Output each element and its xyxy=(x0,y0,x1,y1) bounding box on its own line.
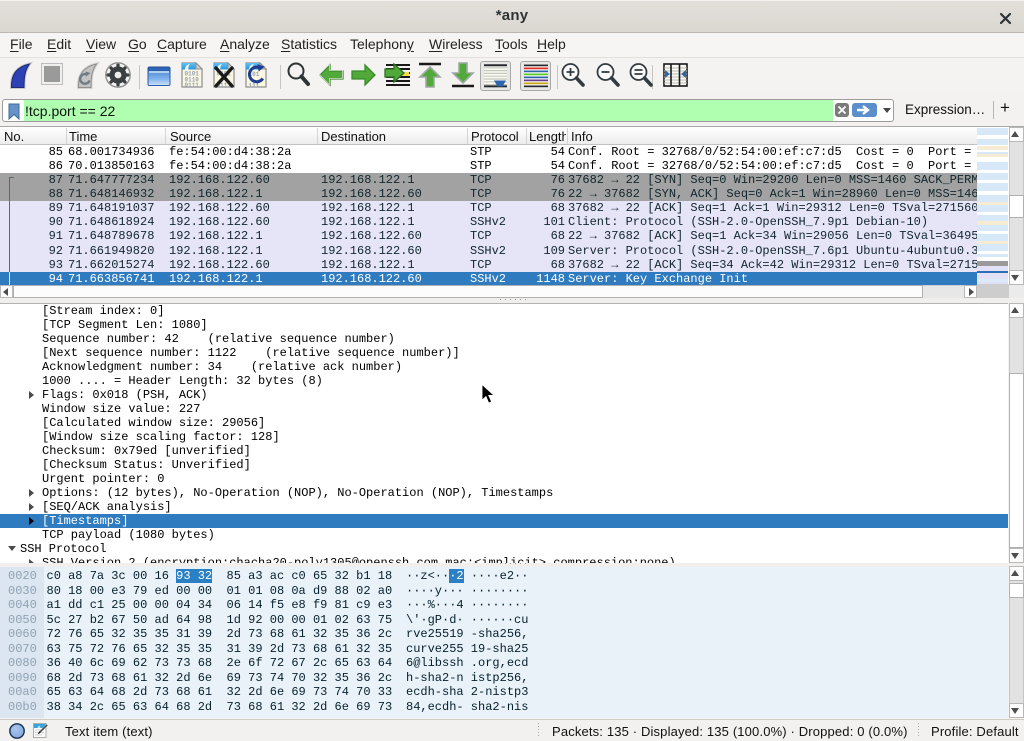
svg-text:0111: 0111 xyxy=(185,82,200,88)
svg-text:111: 111 xyxy=(249,83,260,89)
